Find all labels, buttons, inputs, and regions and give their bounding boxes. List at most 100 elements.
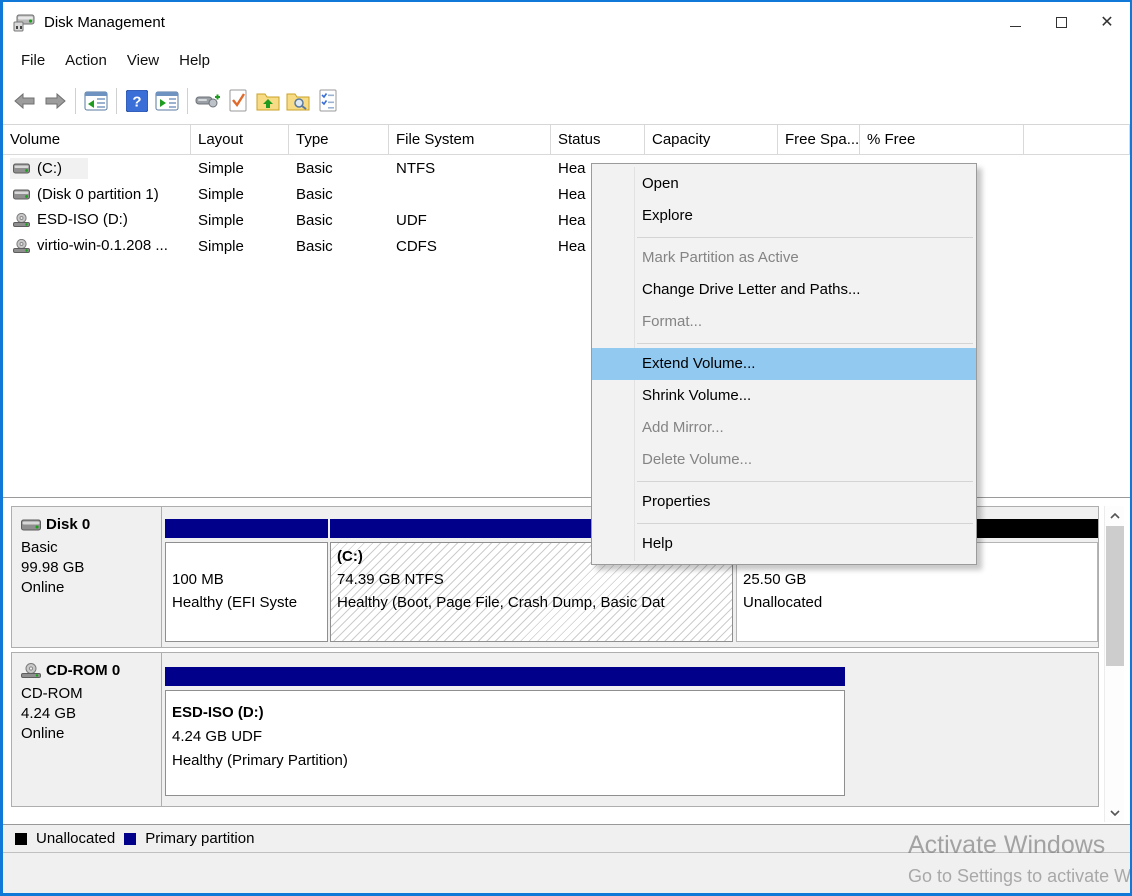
column-header-capacity[interactable]: Capacity <box>645 125 778 154</box>
scroll-up-icon[interactable] <box>1105 506 1125 525</box>
console-tree-icon[interactable] <box>81 86 111 116</box>
menu-item-extend-volume[interactable]: Extend Volume... <box>592 348 976 380</box>
menu-item-shrink-volume[interactable]: Shrink Volume... <box>592 380 976 412</box>
partition-color-bar <box>165 519 328 538</box>
rescan-disks-icon[interactable] <box>193 86 223 116</box>
help-icon[interactable]: ? <box>122 86 152 116</box>
partition-size: 4.24 GB UDF <box>172 725 844 749</box>
partition-size: 25.50 GB <box>743 568 1097 591</box>
partition-esd-iso[interactable]: ESD-ISO (D:) 4.24 GB UDF Healthy (Primar… <box>165 667 845 796</box>
menu-action[interactable]: Action <box>55 48 117 73</box>
action-pane-icon[interactable] <box>152 86 182 116</box>
scrollbar-thumb[interactable] <box>1106 526 1124 666</box>
volume-layout: Simple <box>191 160 289 177</box>
disk-size: 99.98 GB <box>21 558 161 578</box>
partition-status: Unallocated <box>743 591 1097 614</box>
unallocated-swatch <box>15 833 27 845</box>
close-icon[interactable]: ✕ <box>1084 2 1130 43</box>
volume-type: Basic <box>289 212 389 229</box>
minimize-icon[interactable] <box>992 2 1038 43</box>
menu-view[interactable]: View <box>117 48 169 73</box>
partition-efi[interactable]: 100 MB Healthy (EFI Syste <box>165 519 328 642</box>
svg-text:?: ? <box>132 94 141 111</box>
vertical-scrollbar[interactable] <box>1104 506 1124 822</box>
task-check-icon[interactable] <box>223 86 253 116</box>
disk-name: Disk 0 <box>46 516 90 533</box>
menu-help[interactable]: Help <box>169 48 220 73</box>
status-bar <box>3 852 1130 893</box>
toolbar-separator <box>187 88 188 114</box>
cd-icon <box>21 663 41 678</box>
partition-size: 74.39 GB NTFS <box>337 568 732 591</box>
drive-icon <box>13 189 30 200</box>
primary-partition-swatch <box>124 833 136 845</box>
forward-icon[interactable] <box>40 86 70 116</box>
column-header-free-space[interactable]: Free Spa... <box>778 125 860 154</box>
volume-name: virtio-win-0.1.208 ... <box>37 237 168 254</box>
legend-label-unallocated: Unallocated <box>36 830 115 847</box>
back-icon[interactable] <box>10 86 40 116</box>
folder-search-icon[interactable] <box>283 86 313 116</box>
menu-file[interactable]: File <box>11 48 55 73</box>
maximize-icon[interactable] <box>1038 2 1084 43</box>
volume-name: (Disk 0 partition 1) <box>37 186 159 203</box>
legend-label-primary-partition: Primary partition <box>145 830 254 847</box>
cd-icon <box>13 213 30 227</box>
menu-separator <box>637 237 973 238</box>
column-header-type[interactable]: Type <box>289 125 389 154</box>
menu-item-help[interactable]: Help <box>592 528 976 560</box>
partition-status: Healthy (Boot, Page File, Crash Dump, Ba… <box>337 591 732 614</box>
volume-name: ESD-ISO (D:) <box>37 211 128 228</box>
column-header-file-system[interactable]: File System <box>389 125 551 154</box>
volume-layout: Simple <box>191 238 289 255</box>
cd-icon <box>13 239 30 253</box>
partition-size: 100 MB <box>172 568 327 591</box>
volume-layout: Simple <box>191 212 289 229</box>
drive-icon <box>13 163 30 174</box>
window-title: Disk Management <box>44 14 165 31</box>
menu-item-delete-volume: Delete Volume... <box>592 444 976 476</box>
title-bar: Disk Management ✕ <box>3 2 1130 43</box>
toolbar-separator <box>75 88 76 114</box>
cdrom0-row: CD-ROM 0 CD-ROM 4.24 GB Online ESD-ISO (… <box>11 652 1099 807</box>
toolbar: ? <box>3 78 1130 125</box>
disk0-label[interactable]: Disk 0 Basic 99.98 GB Online <box>12 507 162 647</box>
menu-bar: File Action View Help <box>3 43 1130 78</box>
column-header-percent-free[interactable]: % Free <box>860 125 1024 154</box>
volume-type: Basic <box>289 160 389 177</box>
volume-file-system: UDF <box>389 212 551 229</box>
disk-type: Basic <box>21 538 161 558</box>
menu-item-change-drive-letter[interactable]: Change Drive Letter and Paths... <box>592 274 976 306</box>
volume-file-system: CDFS <box>389 238 551 255</box>
column-header-volume[interactable]: Volume <box>3 125 191 154</box>
menu-separator <box>637 343 973 344</box>
volume-list-header: Volume Layout Type File System Status Ca… <box>3 125 1130 155</box>
toolbar-separator <box>116 88 117 114</box>
menu-separator <box>637 523 973 524</box>
menu-item-properties[interactable]: Properties <box>592 486 976 518</box>
folder-up-icon[interactable] <box>253 86 283 116</box>
menu-item-format: Format... <box>592 306 976 338</box>
menu-item-open[interactable]: Open <box>592 168 976 200</box>
volume-type: Basic <box>289 238 389 255</box>
app-icon <box>13 14 35 32</box>
disk-type: CD-ROM <box>21 684 161 704</box>
partition-color-bar <box>165 667 845 686</box>
scroll-down-icon[interactable] <box>1105 803 1125 822</box>
disk-management-window: Disk Management ✕ File Action View Help <box>0 0 1132 896</box>
column-header-status[interactable]: Status <box>551 125 645 154</box>
column-header-layout[interactable]: Layout <box>191 125 289 154</box>
menu-separator <box>637 481 973 482</box>
disk-size: 4.24 GB <box>21 704 161 724</box>
partition-status: Healthy (Primary Partition) <box>172 749 844 773</box>
menu-item-add-mirror: Add Mirror... <box>592 412 976 444</box>
checklist-icon[interactable] <box>313 86 343 116</box>
cdrom0-label[interactable]: CD-ROM 0 CD-ROM 4.24 GB Online <box>12 653 162 806</box>
partition-name: ESD-ISO (D:) <box>172 701 844 725</box>
volume-file-system: NTFS <box>389 160 551 177</box>
disk-name: CD-ROM 0 <box>46 662 120 679</box>
disk-status: Online <box>21 724 161 744</box>
volume-name: (C:) <box>37 160 62 177</box>
menu-item-explore[interactable]: Explore <box>592 200 976 232</box>
menu-item-mark-partition-active: Mark Partition as Active <box>592 242 976 274</box>
